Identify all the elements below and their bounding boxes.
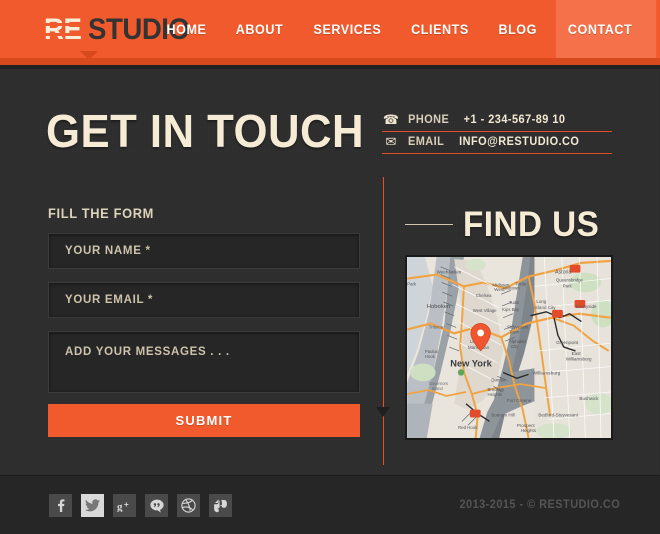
contact-phone-row[interactable]: ☎ PHONE +1 - 234-567-89 10 xyxy=(382,113,612,132)
svg-text:East: East xyxy=(572,351,582,356)
comment-bubble-icon[interactable] xyxy=(145,494,168,517)
contact-email-label: EMAIL xyxy=(407,135,445,148)
svg-text:g: g xyxy=(117,501,123,512)
svg-text:Kips Bay: Kips Bay xyxy=(502,307,520,312)
svg-text:City: City xyxy=(511,344,519,349)
svg-text:Long: Long xyxy=(536,299,547,304)
google-plus-icon[interactable]: g + xyxy=(113,494,136,517)
svg-text:Weehawken: Weehawken xyxy=(437,270,462,275)
svg-text:Williamsburg: Williamsburg xyxy=(566,357,592,362)
nav-item-clients[interactable]: CLIENTS xyxy=(400,0,482,58)
nav-item-home[interactable]: HOME xyxy=(154,0,218,58)
svg-text:Dumbo: Dumbo xyxy=(491,377,505,382)
main-content: GET IN TOUCH ☎ PHONE +1 - 234-567-89 10 … xyxy=(0,69,660,475)
map-graphic: Astoria Queensbridge Park Midtown West W… xyxy=(407,257,611,438)
twitter-icon[interactable] xyxy=(81,494,104,517)
svg-text:Tudor: Tudor xyxy=(509,300,520,305)
header-accent-strip xyxy=(0,58,660,65)
copyright-text: 2013-2015 - © RESTUDIO.CO xyxy=(459,499,620,511)
svg-text:Town: Town xyxy=(509,329,520,334)
svg-text:Boerum Hill: Boerum Hill xyxy=(491,412,514,417)
main-navigation: HOME ABOUT SERVICES CLIENTS BLOG CONTACT xyxy=(152,0,660,58)
svg-text:Heights: Heights xyxy=(487,392,502,397)
svg-text:Hoboken: Hoboken xyxy=(427,304,450,310)
nav-item-contact[interactable]: CONTACT xyxy=(555,0,657,58)
arrow-right-icon xyxy=(405,219,453,231)
submit-button[interactable]: SUBMIT xyxy=(48,404,360,437)
svg-text:Fort Greene: Fort Greene xyxy=(507,398,532,403)
svg-text:Island City: Island City xyxy=(534,305,556,310)
svg-text:West Village: West Village xyxy=(473,308,497,313)
svg-text:Heights: Heights xyxy=(521,428,537,433)
social-links: g + xyxy=(49,494,232,517)
name-input[interactable] xyxy=(48,233,360,269)
svg-text:Astoria: Astoria xyxy=(555,270,571,276)
form-heading: FILL THE FORM xyxy=(48,206,155,221)
logo-text-re: RE xyxy=(43,13,82,46)
site-footer: g + 2013-2015 - © RESTUDIO.CO xyxy=(0,475,660,534)
divider-tip-triangle-icon xyxy=(376,407,390,417)
svg-text:Chelsea: Chelsea xyxy=(476,293,492,298)
facebook-icon[interactable] xyxy=(49,494,72,517)
svg-text:Red Hook: Red Hook xyxy=(458,425,478,430)
dribbble-icon[interactable] xyxy=(177,494,200,517)
find-us-title: FIND US xyxy=(463,205,600,244)
nav-item-blog[interactable]: BLOG xyxy=(487,0,550,58)
header-shadow-strip xyxy=(0,65,660,69)
site-header: RE STUDIO HOME ABOUT SERVICES CLIENTS BLO… xyxy=(0,0,660,58)
header-pointer-triangle-icon xyxy=(80,51,98,60)
contact-phone-label: PHONE xyxy=(408,113,450,126)
nav-item-services[interactable]: SERVICES xyxy=(301,0,393,58)
svg-text:Williamsburg: Williamsburg xyxy=(532,370,560,376)
svg-text:Hook: Hook xyxy=(425,354,436,359)
telephone-icon: ☎ xyxy=(382,112,400,127)
svg-text:Sunnyside: Sunnyside xyxy=(576,304,598,309)
contact-phone-value: +1 - 234-567-89 10 xyxy=(464,113,566,126)
email-input[interactable] xyxy=(48,282,360,318)
svg-text:Tribeca: Tribeca xyxy=(429,324,444,329)
message-textarea[interactable] xyxy=(48,331,360,393)
svg-text:Park: Park xyxy=(563,283,573,288)
svg-text:Island: Island xyxy=(432,386,444,391)
evernote-icon[interactable] xyxy=(209,494,232,517)
svg-text:Queensbridge: Queensbridge xyxy=(556,277,584,282)
page-title: GET IN TOUCH xyxy=(46,105,365,157)
svg-text:Midtown: Midtown xyxy=(503,285,520,290)
svg-text:Bedford-Stuyvesant: Bedford-Stuyvesant xyxy=(538,412,578,417)
vertical-divider xyxy=(383,177,384,465)
svg-text:New York: New York xyxy=(450,359,492,369)
contact-info-block: ☎ PHONE +1 - 234-567-89 10 ✉ EMAIL INFO@… xyxy=(382,113,612,154)
svg-text:+: + xyxy=(124,500,129,509)
envelope-icon: ✉ xyxy=(385,134,397,149)
nav-item-about[interactable]: ABOUT xyxy=(223,0,295,58)
page-root: RE STUDIO HOME ABOUT SERVICES CLIENTS BLO… xyxy=(0,0,660,534)
contact-email-row[interactable]: ✉ EMAIL INFO@RESTUDIO.CO xyxy=(382,132,612,154)
find-us-header: FIND US xyxy=(405,207,620,242)
svg-text:Park: Park xyxy=(407,281,417,286)
contact-email-value: INFO@RESTUDIO.CO xyxy=(459,135,580,148)
svg-text:Greenpoint: Greenpoint xyxy=(556,340,579,345)
svg-text:Bushwick: Bushwick xyxy=(579,396,599,401)
location-map[interactable]: Astoria Queensbridge Park Midtown West W… xyxy=(405,255,613,440)
